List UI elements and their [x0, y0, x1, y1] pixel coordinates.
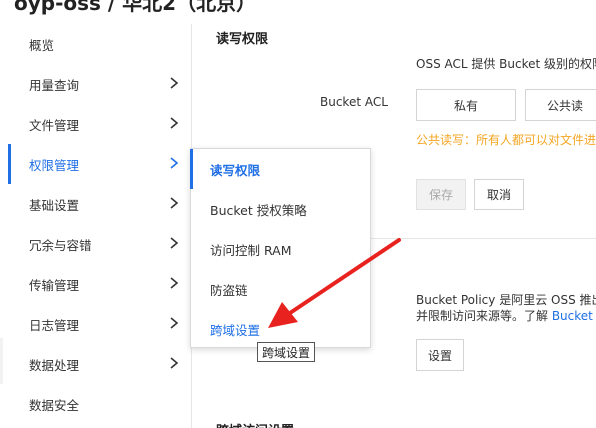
- sidebar-item-label: 文件管理: [29, 117, 80, 133]
- cancel-button[interactable]: 取消: [474, 179, 524, 210]
- sidebar-item-label: 冗余与容错: [29, 237, 92, 253]
- sidebar-item-label: 概览: [29, 37, 55, 53]
- sidebar-item-label: 用量查询: [29, 77, 80, 93]
- bucket-acl-label: Bucket ACL: [320, 95, 388, 109]
- sidebar-item-data-processing[interactable]: 数据处理: [0, 344, 191, 384]
- sidebar-item-basic-settings[interactable]: 基础设置: [0, 184, 191, 224]
- flyout-item-bucket-policy[interactable]: Bucket 授权策略: [191, 189, 370, 229]
- policy-learn-link[interactable]: Bucket P: [552, 309, 596, 323]
- sidebar-nav: 概览用量查询文件管理权限管理基础设置冗余与容错传输管理日志管理数据处理数据安全: [0, 24, 192, 428]
- cors-section-title: 跨域访问设置: [216, 420, 294, 428]
- chevron-right-icon: [167, 236, 181, 250]
- chevron-right-icon: [167, 76, 181, 90]
- sidebar-item-data-security[interactable]: 数据安全: [0, 384, 191, 424]
- sidebar-item-label: 数据安全: [29, 397, 80, 413]
- sidebar-item-usage[interactable]: 用量查询: [0, 64, 191, 104]
- chevron-right-icon: [167, 196, 181, 210]
- acl-public-read-option[interactable]: 公共读: [525, 89, 596, 121]
- nav-edge-bar: [0, 338, 3, 384]
- policy-setting-button[interactable]: 设置: [416, 339, 464, 371]
- acl-section-title: 读写权限: [216, 32, 269, 47]
- policy-description-line2: 并限制访问来源等。了解 Bucket P: [416, 307, 596, 324]
- sidebar-item-overview[interactable]: 概览: [0, 24, 191, 64]
- bucket-title: oyp-oss / 华北2（北京）: [14, 0, 257, 15]
- sidebar-item-label: 权限管理: [29, 157, 80, 173]
- policy-description-line1: Bucket Policy 是阿里云 OSS 推出: [416, 293, 596, 307]
- sidebar-item-logs[interactable]: 日志管理: [0, 304, 191, 344]
- sidebar-item-label: 日志管理: [29, 317, 80, 333]
- save-button[interactable]: 保存: [416, 179, 466, 210]
- acl-warning-text: 公共读写：所有人都可以对文件进: [416, 133, 596, 147]
- sidebar-item-files[interactable]: 文件管理: [0, 104, 191, 144]
- flyout-item-hotlink-protection[interactable]: 防盗链: [191, 269, 370, 309]
- sidebar-item-redundancy[interactable]: 冗余与容错: [0, 224, 191, 264]
- chevron-right-icon: [167, 316, 181, 330]
- acl-description: OSS ACL 提供 Bucket 级别的权限: [416, 57, 596, 71]
- sidebar-item-label: 传输管理: [29, 277, 80, 293]
- chevron-right-icon: [167, 276, 181, 290]
- chevron-right-icon: [167, 156, 181, 170]
- chevron-right-icon: [167, 116, 181, 130]
- cors-tooltip: 跨域设置: [257, 342, 316, 362]
- sidebar-item-label: 数据处理: [29, 357, 80, 373]
- flyout-item-ram-access-control[interactable]: 访问控制 RAM: [191, 229, 370, 269]
- flyout-item-read-write-permission[interactable]: 读写权限: [190, 149, 370, 189]
- chevron-right-icon: [167, 356, 181, 370]
- policy-description-text: 并限制访问来源等。了解: [416, 309, 552, 323]
- permission-flyout-menu: 读写权限 Bucket 授权策略 访问控制 RAM 防盗链 跨域设置: [190, 148, 371, 348]
- sidebar-item-permissions[interactable]: 权限管理: [0, 144, 191, 184]
- acl-private-option[interactable]: 私有: [416, 89, 516, 121]
- sidebar-item-label: 基础设置: [29, 197, 80, 213]
- sidebar-item-transfer[interactable]: 传输管理: [0, 264, 191, 304]
